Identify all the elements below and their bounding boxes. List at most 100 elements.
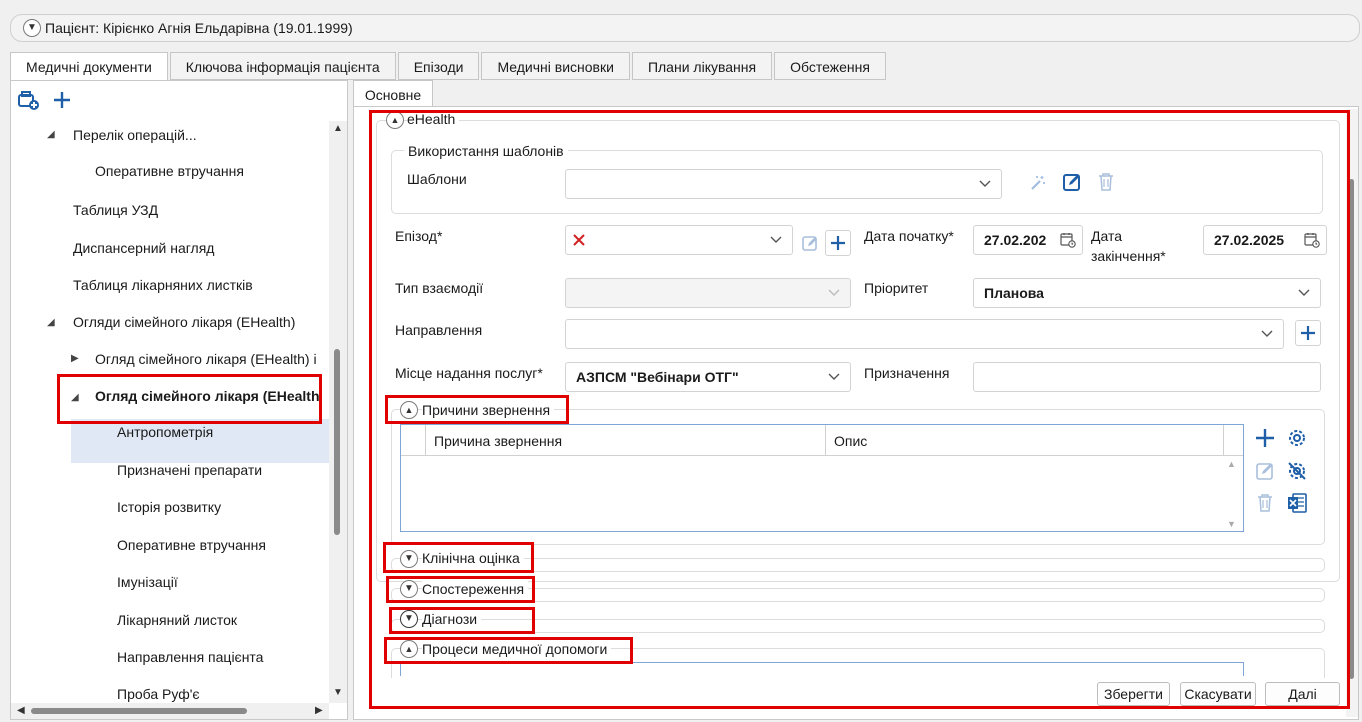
clear-icon[interactable]: [572, 233, 586, 247]
referral-select[interactable]: [565, 319, 1284, 349]
clinical-section-label[interactable]: Клінічна оцінка: [422, 550, 524, 566]
purpose-field[interactable]: [973, 362, 1321, 392]
column-header-reason[interactable]: Причина звернення: [434, 433, 562, 449]
tree-item[interactable]: Історія розвитку: [117, 499, 221, 515]
tab-conclusions[interactable]: Медичні висновки: [481, 52, 630, 80]
grid-header: Причина звернення Опис: [401, 425, 1243, 456]
chevron-down-icon[interactable]: ▼: [400, 580, 418, 598]
expanded-triangle-icon[interactable]: ◢: [47, 129, 55, 140]
tree-item[interactable]: Оперативне втручання: [95, 163, 244, 179]
start-date-field[interactable]: 27.02.202: [973, 225, 1083, 255]
interaction-type-select[interactable]: [565, 278, 851, 308]
tree-vertical-scrollbar[interactable]: ▲ ▼: [329, 121, 347, 703]
trash-icon[interactable]: [1094, 170, 1118, 194]
chevron-down-icon: [1261, 330, 1273, 337]
clinical-section-line: [391, 558, 1325, 572]
tree-item[interactable]: Перелік операцій...: [73, 127, 197, 143]
scroll-up-icon[interactable]: ▲: [1227, 459, 1236, 469]
end-date-label: Дата: [1091, 228, 1123, 244]
place-select[interactable]: АЗПСМ "Вебінари ОТГ": [565, 362, 851, 392]
tab-examinations[interactable]: Обстеження: [774, 52, 886, 80]
tree-item[interactable]: Направлення пацієнта: [117, 649, 263, 665]
tab-treatment-plans[interactable]: Плани лікування: [631, 52, 773, 80]
scroll-thumb[interactable]: [1349, 179, 1354, 679]
expanded-triangle-icon[interactable]: ◢: [71, 392, 79, 403]
tree-horizontal-scrollbar[interactable]: ◀ ▶: [11, 703, 329, 719]
tree-item[interactable]: Диспансерний нагляд: [73, 240, 214, 256]
collapsed-triangle-icon[interactable]: ▶: [71, 353, 79, 364]
trash-icon[interactable]: [1252, 490, 1278, 516]
add-folder-icon[interactable]: [17, 89, 41, 113]
tree-item[interactable]: Призначені препарати: [117, 462, 262, 478]
column-header-description[interactable]: Опис: [834, 433, 867, 449]
tree-item[interactable]: Проба Руф'є: [117, 686, 200, 702]
settings-icon[interactable]: [1284, 425, 1310, 451]
priority-select[interactable]: Планова: [973, 278, 1321, 308]
processes-section-label[interactable]: Процеси медичної допомоги: [422, 641, 612, 657]
add-icon[interactable]: [50, 88, 74, 112]
add-reason-icon[interactable]: [1252, 425, 1278, 451]
reasons-grid[interactable]: Причина звернення Опис ▲ ▼: [400, 424, 1244, 532]
expanded-triangle-icon[interactable]: ◢: [47, 317, 55, 328]
tree-item[interactable]: Таблиця лікарняних листків: [73, 277, 253, 293]
tab-main[interactable]: Основне: [353, 80, 433, 107]
edit-reason-icon[interactable]: [1252, 458, 1278, 484]
tree-item[interactable]: Антропометрія: [117, 424, 213, 440]
processes-grid[interactable]: [400, 662, 1244, 676]
main-tabs: Медичні документи Ключова інформація пац…: [10, 52, 888, 81]
add-referral-button[interactable]: [1295, 320, 1321, 346]
tree-item[interactable]: Лікарняний листок: [117, 612, 237, 628]
templates-group-label: Використання шаблонів: [404, 143, 568, 159]
cancel-button[interactable]: Скасувати: [1180, 682, 1256, 706]
settings-off-icon[interactable]: [1284, 458, 1310, 484]
scroll-up-icon[interactable]: ▲: [333, 123, 343, 134]
chevron-up-icon[interactable]: ▲: [400, 401, 418, 419]
chevron-down-icon[interactable]: ▼: [400, 610, 418, 628]
priority-value: Планова: [984, 285, 1044, 301]
purpose-label: Призначення: [864, 365, 950, 381]
chevron-down-icon: [828, 289, 840, 296]
tab-medical-documents[interactable]: Медичні документи: [10, 52, 168, 81]
templates-select[interactable]: [565, 169, 1002, 199]
tree-item[interactable]: Імунізації: [117, 574, 178, 590]
edit-icon[interactable]: [1060, 170, 1084, 194]
scroll-right-icon[interactable]: ▶: [315, 705, 323, 716]
chevron-down-icon[interactable]: ▼: [400, 550, 418, 568]
tree-item[interactable]: Огляд сімейного лікаря (EHealth) і: [95, 351, 317, 367]
add-episode-button[interactable]: [825, 230, 851, 256]
scroll-down-icon[interactable]: ▼: [333, 687, 343, 698]
end-date-value: 27.02.2025: [1214, 232, 1285, 248]
excel-export-icon[interactable]: [1284, 490, 1310, 516]
form-vertical-scrollbar[interactable]: [1346, 109, 1358, 717]
scroll-thumb[interactable]: [334, 349, 340, 535]
patient-bar[interactable]: ▼ Пацієнт: Кірієнко Агнія Ельдарівна (19…: [10, 14, 1360, 42]
next-button[interactable]: Далі: [1265, 682, 1340, 706]
episode-label: Епізод*: [395, 228, 443, 244]
end-date-field[interactable]: 27.02.2025: [1203, 225, 1327, 255]
episode-select[interactable]: [565, 225, 793, 255]
start-date-value: 27.02.202: [984, 232, 1047, 248]
chevron-up-icon[interactable]: ▲: [400, 640, 418, 658]
plus-icon: [831, 236, 845, 250]
end-date-label-line2: закінчення*: [1091, 248, 1166, 264]
tree-item[interactable]: Огляди сімейного лікаря (EHealth): [73, 314, 295, 330]
tab-key-info[interactable]: Ключова інформація пацієнта: [169, 52, 396, 80]
place-value: АЗПСМ "Вебінари ОТГ": [576, 369, 739, 385]
save-button[interactable]: Зберегти: [1097, 682, 1170, 706]
patient-label: Пацієнт: Кірієнко Агнія Ельдарівна (19.0…: [45, 20, 353, 36]
diagnoses-section-label[interactable]: Діагнози: [422, 611, 482, 627]
scroll-down-icon[interactable]: ▼: [1227, 519, 1236, 529]
edit-episode-icon[interactable]: [798, 231, 822, 255]
tab-episodes[interactable]: Епізоди: [397, 52, 480, 80]
scroll-left-icon[interactable]: ◀: [17, 705, 25, 716]
chevron-down-icon[interactable]: ▼: [23, 19, 41, 37]
tree-item-selected[interactable]: Огляд сімейного лікаря (EHealth: [95, 388, 320, 404]
calendar-icon[interactable]: [1060, 232, 1076, 248]
tree-item[interactable]: Оперативне втручання: [117, 537, 266, 553]
chevron-up-icon[interactable]: ▲: [386, 111, 404, 129]
magic-wand-icon[interactable]: [1026, 171, 1050, 195]
tree-item[interactable]: Таблиця УЗД: [73, 202, 158, 218]
observations-section-label[interactable]: Спостереження: [422, 581, 529, 597]
scroll-thumb[interactable]: [31, 708, 247, 714]
calendar-icon[interactable]: [1304, 232, 1320, 248]
